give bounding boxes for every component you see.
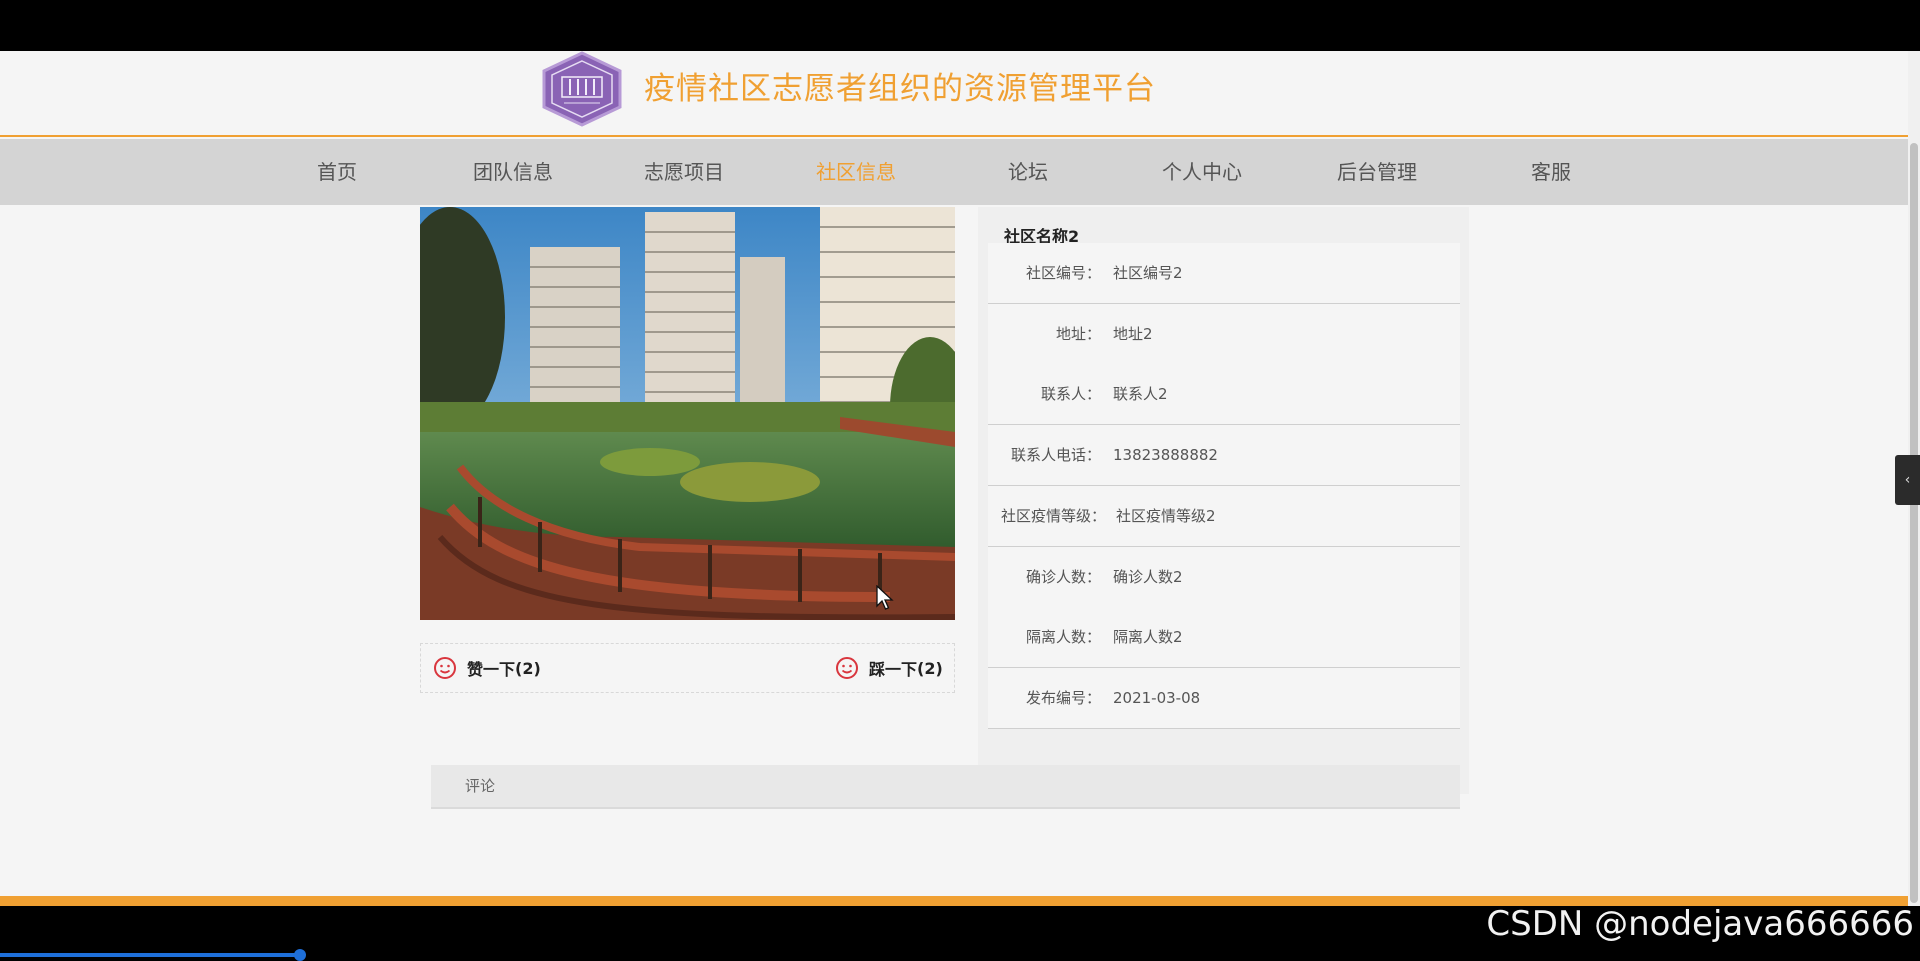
dislike-label: 踩一下 — [869, 660, 918, 679]
nav-item-service[interactable]: 客服 — [1481, 139, 1621, 205]
smiley-icon — [836, 657, 858, 679]
scrollbar-thumb[interactable] — [1910, 143, 1918, 903]
info-value: 2021-03-08 — [1113, 689, 1201, 707]
info-row-epidemic-level: 社区疫情等级： 社区疫情等级2 — [988, 486, 1460, 547]
community-info-panel: 社区名称2 社区编号： 社区编号2 地址： 地址2 联系人： 联系人2 联系人电… — [978, 207, 1469, 794]
info-value: 隔离人数2 — [1113, 628, 1183, 646]
vote-bar: 赞一下 (2) 踩一下 (2) — [420, 643, 955, 693]
dislike-button[interactable]: 踩一下 (2) — [835, 644, 943, 692]
video-progress-bar[interactable] — [0, 953, 300, 957]
info-value: 确诊人数2 — [1113, 568, 1183, 586]
info-label: 联系人电话： — [1010, 446, 1101, 464]
info-row-address: 地址： 地址2 — [988, 304, 1460, 365]
watermark-text: CSDN @nodejava666666 — [1486, 904, 1914, 944]
mouse-cursor-icon — [876, 585, 894, 610]
info-value: 联系人2 — [1113, 385, 1168, 403]
nav-item-admin[interactable]: 后台管理 — [1307, 139, 1447, 205]
info-value: 地址2 — [1113, 325, 1153, 343]
info-row-contact: 联系人： 联系人2 — [988, 364, 1460, 425]
info-label: 地址： — [1055, 325, 1101, 343]
info-label: 确诊人数： — [1025, 568, 1101, 586]
site-header: 疫情社区志愿者组织的资源管理平台 — [0, 51, 1908, 137]
nav-item-forum[interactable]: 论坛 — [958, 139, 1098, 205]
info-row-phone: 联系人电话： 13823888882 — [988, 425, 1460, 486]
nav-item-community[interactable]: 社区信息 — [786, 139, 926, 205]
main-nav: 首页 团队信息 志愿项目 社区信息 论坛 个人中心 后台管理 客服 — [0, 139, 1908, 205]
nav-item-home[interactable]: 首页 — [267, 139, 407, 205]
info-label: 隔离人数： — [1025, 628, 1101, 646]
community-photo — [420, 207, 955, 620]
nav-item-projects[interactable]: 志愿项目 — [614, 139, 754, 205]
info-label: 联系人： — [1040, 385, 1101, 403]
info-value: 社区疫情等级2 — [1116, 507, 1216, 525]
info-label: 发布编号： — [1025, 689, 1101, 707]
like-count: (2) — [515, 658, 541, 678]
comment-label: 评论 — [465, 777, 496, 795]
dislike-count: (2) — [917, 658, 943, 678]
like-label: 赞一下 — [467, 660, 516, 679]
video-progress-handle[interactable] — [294, 949, 306, 961]
chevron-left-icon[interactable]: ‹ — [1895, 455, 1920, 505]
info-value: 社区编号2 — [1113, 264, 1183, 282]
info-row-quarantined: 隔离人数： 隔离人数2 — [988, 607, 1460, 668]
nav-item-teams[interactable]: 团队信息 — [443, 139, 583, 205]
info-value: 13823888882 — [1113, 446, 1218, 464]
info-label: 社区疫情等级： — [1000, 507, 1106, 525]
info-row-confirmed: 确诊人数： 确诊人数2 — [988, 547, 1460, 608]
info-label: 社区编号： — [1025, 264, 1101, 282]
like-button[interactable]: 赞一下 (2) — [433, 644, 541, 692]
comment-section-header[interactable]: 评论 — [431, 765, 1460, 809]
hexagon-logo-icon[interactable] — [538, 51, 626, 127]
info-row-publish-no: 发布编号： 2021-03-08 — [988, 668, 1460, 729]
info-row-code: 社区编号： 社区编号2 — [988, 243, 1460, 304]
nav-item-profile[interactable]: 个人中心 — [1132, 139, 1272, 205]
smiley-icon — [434, 657, 456, 679]
site-title[interactable]: 疫情社区志愿者组织的资源管理平台 — [644, 63, 1156, 108]
screen-frame: 疫情社区志愿者组织的资源管理平台 首页 团队信息 志愿项目 社区信息 论坛 个人… — [0, 0, 1920, 961]
web-page: 疫情社区志愿者组织的资源管理平台 首页 团队信息 志愿项目 社区信息 论坛 个人… — [0, 51, 1908, 906]
